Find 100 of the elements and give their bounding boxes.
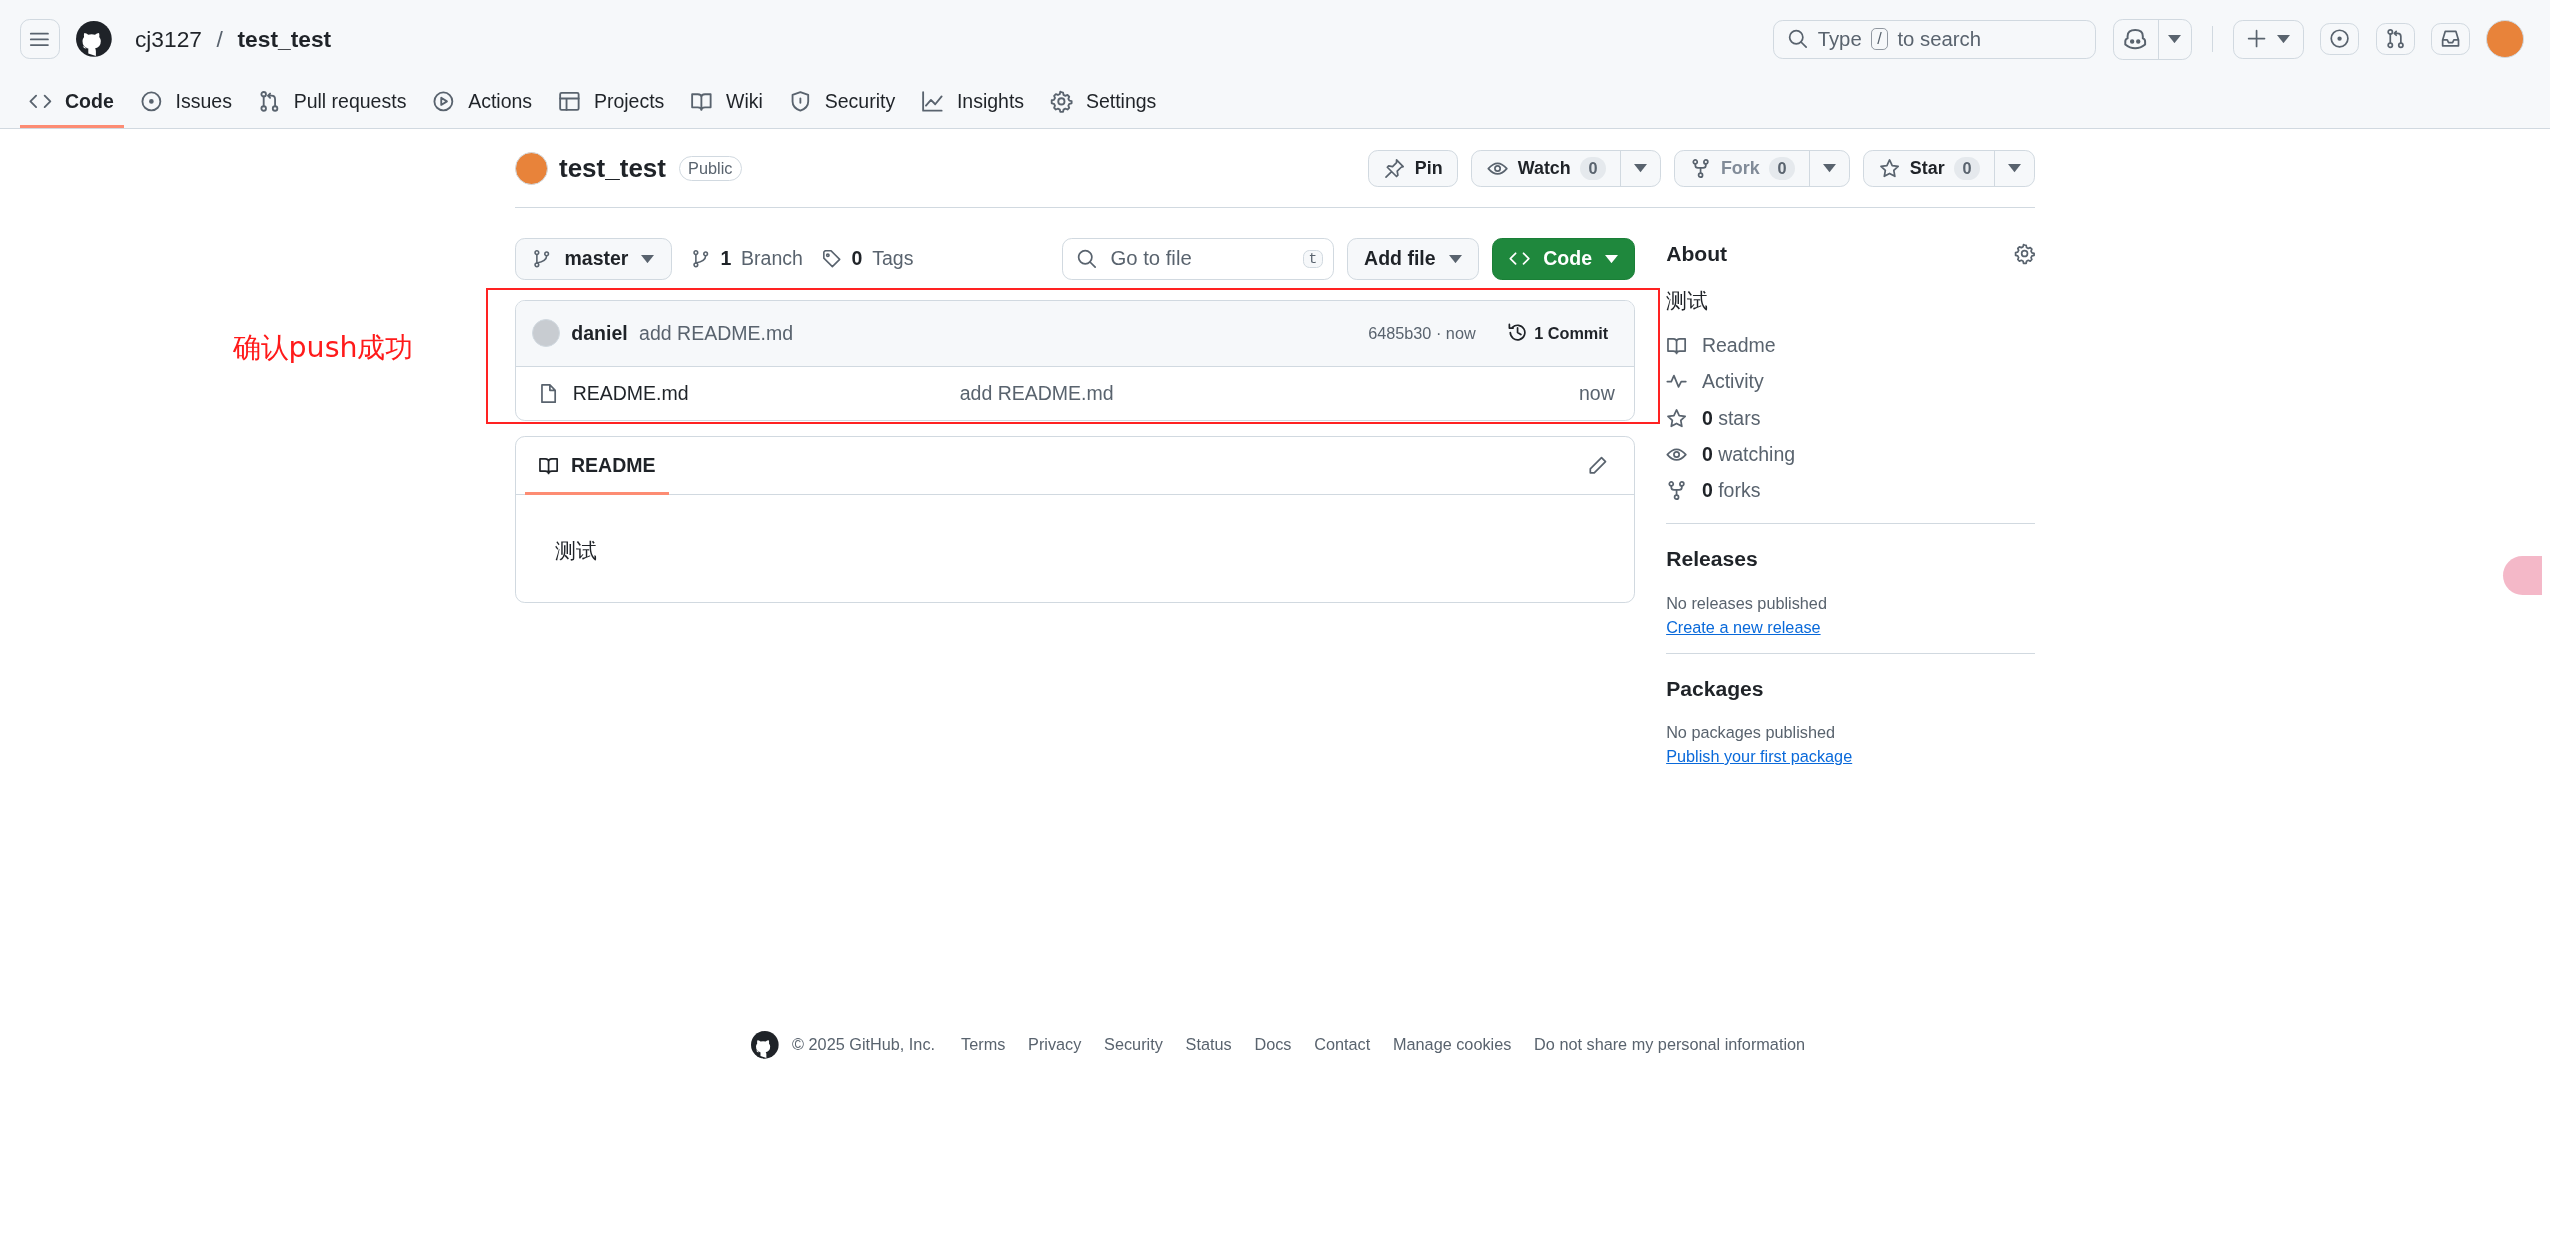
pencil-icon <box>1587 454 1609 476</box>
footer-link[interactable]: Terms <box>961 1035 1006 1055</box>
caret-icon <box>2168 34 2182 44</box>
file-name[interactable]: README.md <box>572 381 689 405</box>
repo-description: 测试 <box>1666 288 1709 312</box>
nav-tab[interactable]: Settings <box>1040 78 1167 129</box>
packages-link[interactable]: Publish your first package <box>1666 746 1853 765</box>
edit-button[interactable] <box>1587 454 1609 476</box>
file-time: now <box>1578 381 1615 405</box>
pin-icon <box>1383 157 1406 180</box>
issues-button[interactable] <box>2320 22 2360 56</box>
issue-icon <box>139 90 163 113</box>
fork-icon <box>1690 157 1712 180</box>
releases-link[interactable]: Create a new release <box>1666 617 1821 636</box>
annotation-text: 确认push成功 <box>232 329 414 366</box>
plus-icon <box>2246 28 2268 50</box>
commits-link[interactable]: 1 Commit <box>1506 322 1609 344</box>
about-link[interactable]: 0 forks <box>1701 479 1761 503</box>
caret-icon <box>1823 164 1837 173</box>
star-button[interactable]: Star 0 <box>1863 149 2036 188</box>
star-icon <box>1666 407 1688 429</box>
breadcrumb-separator: / <box>216 25 223 53</box>
fork-icon <box>1666 480 1688 502</box>
commit-author[interactable]: daniel <box>571 321 628 345</box>
footer-link[interactable]: Contact <box>1314 1035 1371 1055</box>
copyright-text: © 2025 GitHub, Inc. <box>792 1035 936 1055</box>
add-file-button[interactable]: Add file <box>1346 237 1479 281</box>
logo-icon[interactable] <box>76 21 113 57</box>
readme-content: 测试 <box>554 539 597 563</box>
code-button[interactable]: Code <box>1491 237 1636 281</box>
about-heading: About <box>1666 242 1728 266</box>
releases-note: No releases published <box>1666 593 1827 612</box>
gear-icon <box>1050 90 1073 113</box>
author-avatar <box>531 319 560 348</box>
settings-icon <box>2014 243 2036 265</box>
footer-link[interactable]: Status <box>1185 1035 1232 1055</box>
robot-icon <box>2123 26 2148 52</box>
settings-button[interactable] <box>2014 243 2036 265</box>
commit-message[interactable]: add README.md <box>639 321 793 345</box>
copilot-button[interactable] <box>2112 18 2193 60</box>
commit-sha-time[interactable]: 6485b30 · now <box>1368 323 1476 343</box>
pull-requests-button[interactable] <box>2375 22 2415 56</box>
caret-icon <box>641 254 655 263</box>
create-new-button[interactable] <box>2232 19 2305 59</box>
footer-link[interactable]: Do not share my personal information <box>1534 1035 1806 1055</box>
packages-note: No packages published <box>1666 723 1836 742</box>
nav-tab[interactable]: Insights <box>911 78 1034 129</box>
tag-icon <box>822 249 842 269</box>
caret-icon <box>1634 164 1648 173</box>
nav-tab[interactable]: Actions <box>422 78 542 129</box>
go-to-file-field[interactable]: Go to file t <box>1062 237 1334 281</box>
caret-icon <box>1605 254 1618 263</box>
menu-button[interactable] <box>19 18 61 60</box>
packages-heading[interactable]: Packages <box>1666 676 2036 701</box>
pr-icon <box>257 90 281 113</box>
pull-request-icon <box>2384 28 2406 50</box>
footer-link[interactable]: Manage cookies <box>1393 1035 1512 1055</box>
footer-link[interactable]: Privacy <box>1028 1035 1082 1055</box>
releases-heading[interactable]: Releases <box>1666 547 2036 572</box>
footer-link[interactable]: Docs <box>1254 1035 1292 1055</box>
nav-tab[interactable]: Pull requests <box>248 78 417 129</box>
logo-icon[interactable] <box>751 1031 780 1059</box>
about-link[interactable]: Readme <box>1701 334 1776 358</box>
about-link[interactable]: 0 watching <box>1701 442 1796 466</box>
caret-icon <box>2008 164 2022 173</box>
readme-tab[interactable]: README <box>525 438 669 496</box>
book-icon <box>690 90 714 113</box>
repo-name[interactable]: test_test <box>559 152 666 184</box>
caret-icon <box>2277 34 2291 44</box>
caret-icon <box>1448 254 1462 263</box>
history-icon <box>1506 322 1528 344</box>
inbox-icon <box>2439 28 2462 50</box>
search-field[interactable]: Type / to search <box>1772 19 2097 59</box>
file-commit-message[interactable]: add README.md <box>959 381 1114 404</box>
table-icon <box>558 90 581 113</box>
nav-tab[interactable]: Code <box>19 78 124 129</box>
about-link[interactable]: 0 stars <box>1701 406 1761 430</box>
branch-icon <box>691 249 711 269</box>
nav-tab[interactable]: Security <box>779 78 905 129</box>
branch-icon <box>531 249 552 269</box>
nav-tab[interactable]: Wiki <box>680 78 773 129</box>
inbox-button[interactable] <box>2431 22 2470 56</box>
repo-link[interactable]: test_test <box>237 25 332 53</box>
issue-icon <box>2329 28 2351 50</box>
play-icon <box>432 90 456 113</box>
tags-link[interactable]: 0 Tags <box>822 247 914 271</box>
star-icon <box>1878 157 1901 180</box>
owner-link[interactable]: cj3127 <box>134 25 202 53</box>
about-link[interactable]: Activity <box>1701 370 1764 394</box>
nav-tab[interactable]: Issues <box>130 78 242 129</box>
search-icon <box>1786 28 1808 50</box>
pin-button[interactable]: Pin <box>1368 149 1459 188</box>
branch-selector[interactable]: master <box>514 237 672 281</box>
search-icon <box>1076 248 1098 270</box>
footer-link[interactable]: Security <box>1104 1035 1163 1055</box>
user-avatar[interactable] <box>2486 20 2524 58</box>
nav-tab[interactable]: Projects <box>548 78 675 129</box>
watch-button[interactable]: Watch 0 <box>1471 149 1662 188</box>
branches-link[interactable]: 1 Branch <box>691 247 803 271</box>
book-icon <box>1666 335 1688 357</box>
